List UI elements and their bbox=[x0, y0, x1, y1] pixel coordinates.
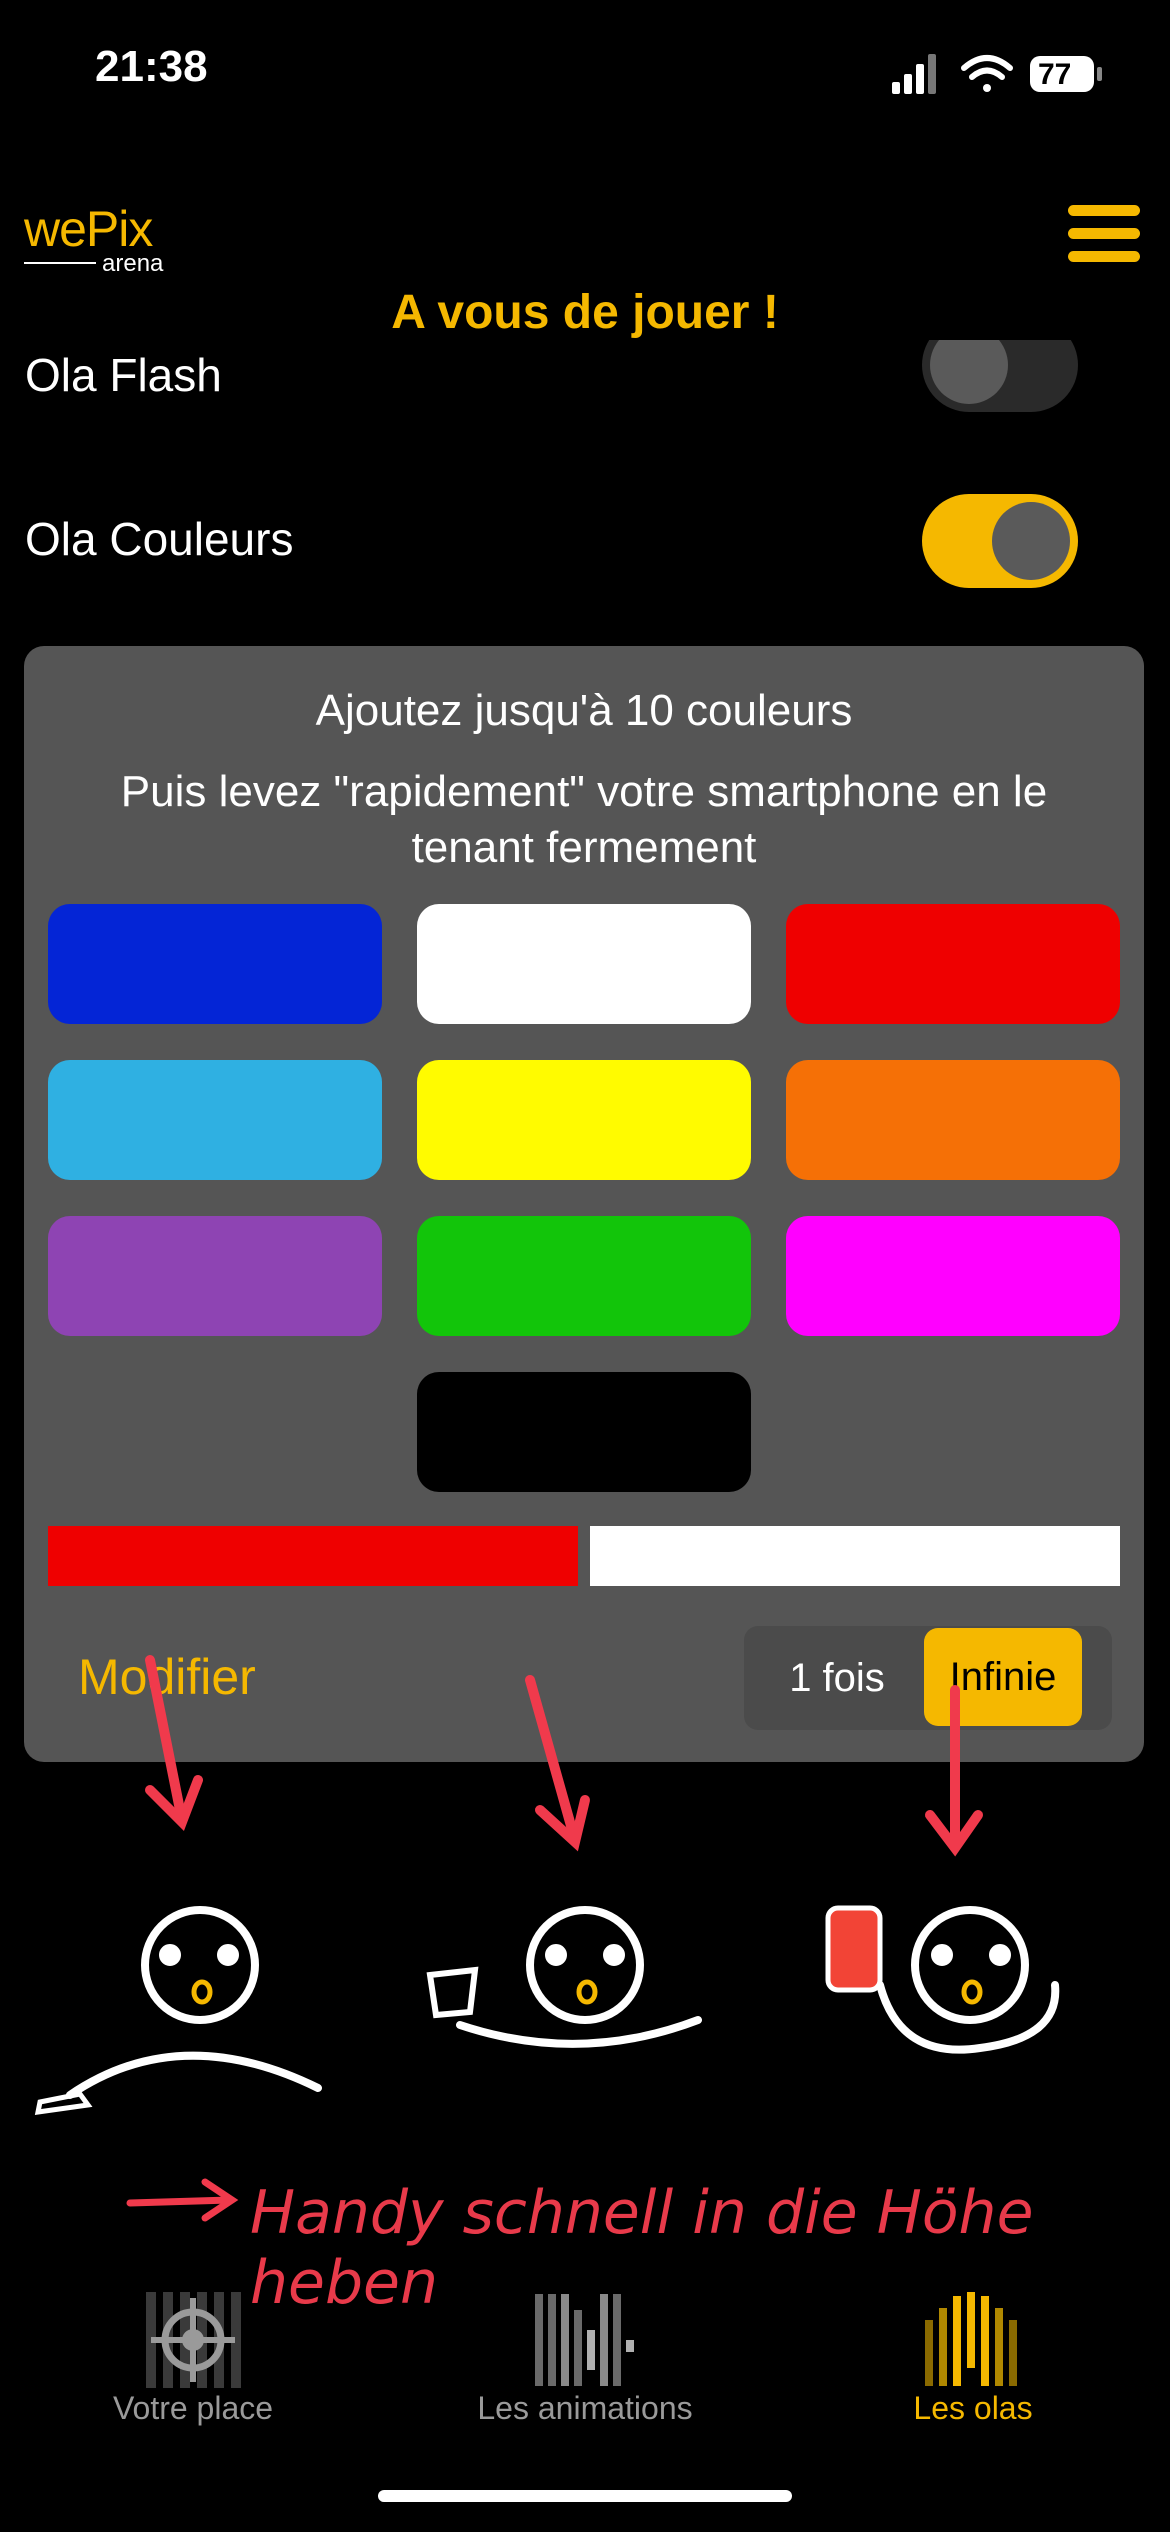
wepix-logo: wePix arena bbox=[24, 200, 184, 280]
ola-flash-toggle[interactable] bbox=[922, 340, 1078, 412]
battery-level: 77 bbox=[1038, 58, 1072, 91]
color-swatch[interactable] bbox=[48, 1060, 382, 1180]
color-swatch[interactable] bbox=[786, 1216, 1120, 1336]
color-swatch[interactable] bbox=[48, 1216, 382, 1336]
color-swatch[interactable] bbox=[786, 1060, 1120, 1180]
wave-bars-icon bbox=[925, 2292, 1017, 2386]
selected-color-segment bbox=[590, 1526, 1120, 1586]
tab-les-animations-label: Les animations bbox=[477, 2390, 693, 2426]
tab-votre-place[interactable]: Votre place bbox=[43, 2290, 343, 2430]
ola-couleurs-label: Ola Couleurs bbox=[25, 513, 294, 565]
selected-color-segment bbox=[48, 1526, 578, 1586]
menu-icon[interactable] bbox=[1068, 205, 1140, 269]
page-title: A vous de jouer ! bbox=[391, 286, 779, 339]
tab-les-olas-label: Les olas bbox=[913, 2390, 1033, 2426]
ola-flash-row: Ola Flash bbox=[0, 340, 1170, 440]
person-high-icon bbox=[825, 1905, 1060, 2054]
status-time: 21:38 bbox=[95, 42, 208, 91]
color-swatch[interactable] bbox=[417, 904, 751, 1024]
ola-couleurs-toggle[interactable] bbox=[922, 494, 1078, 588]
card-subtitle: Puis levez "rapidement" votre smartphone… bbox=[120, 767, 1048, 872]
color-swatch[interactable] bbox=[417, 1372, 751, 1492]
logo-sub: arena bbox=[102, 250, 164, 277]
color-swatch[interactable] bbox=[417, 1060, 751, 1180]
arrow-icon bbox=[145, 1655, 983, 1857]
signal-icon bbox=[892, 54, 936, 94]
tab-votre-place-label: Votre place bbox=[112, 2390, 274, 2426]
home-indicator[interactable] bbox=[378, 2490, 792, 2502]
tab-les-animations[interactable]: Les animations bbox=[435, 2290, 735, 2430]
ola-flash-label: Ola Flash bbox=[25, 349, 222, 401]
light-bars-icon bbox=[535, 2294, 634, 2386]
annotation-arrow-icon bbox=[126, 2178, 239, 2222]
crosshair-icon bbox=[146, 2292, 241, 2388]
gesture-illustration bbox=[34, 1655, 1060, 2222]
logo-underline bbox=[24, 262, 96, 264]
status-icons: 77 bbox=[892, 50, 1122, 100]
person-low-icon bbox=[34, 1906, 322, 2115]
person-mid-icon bbox=[426, 1906, 702, 2048]
color-swatch[interactable] bbox=[417, 1216, 751, 1336]
color-card: Ajoutez jusqu'à 10 couleurs Puis levez "… bbox=[24, 646, 1144, 1762]
wifi-icon bbox=[961, 55, 1013, 92]
color-swatch[interactable] bbox=[786, 904, 1120, 1024]
card-title: Ajoutez jusqu'à 10 couleurs bbox=[315, 686, 853, 735]
tab-les-olas[interactable]: Les olas bbox=[823, 2290, 1123, 2430]
color-swatch[interactable] bbox=[48, 904, 382, 1024]
